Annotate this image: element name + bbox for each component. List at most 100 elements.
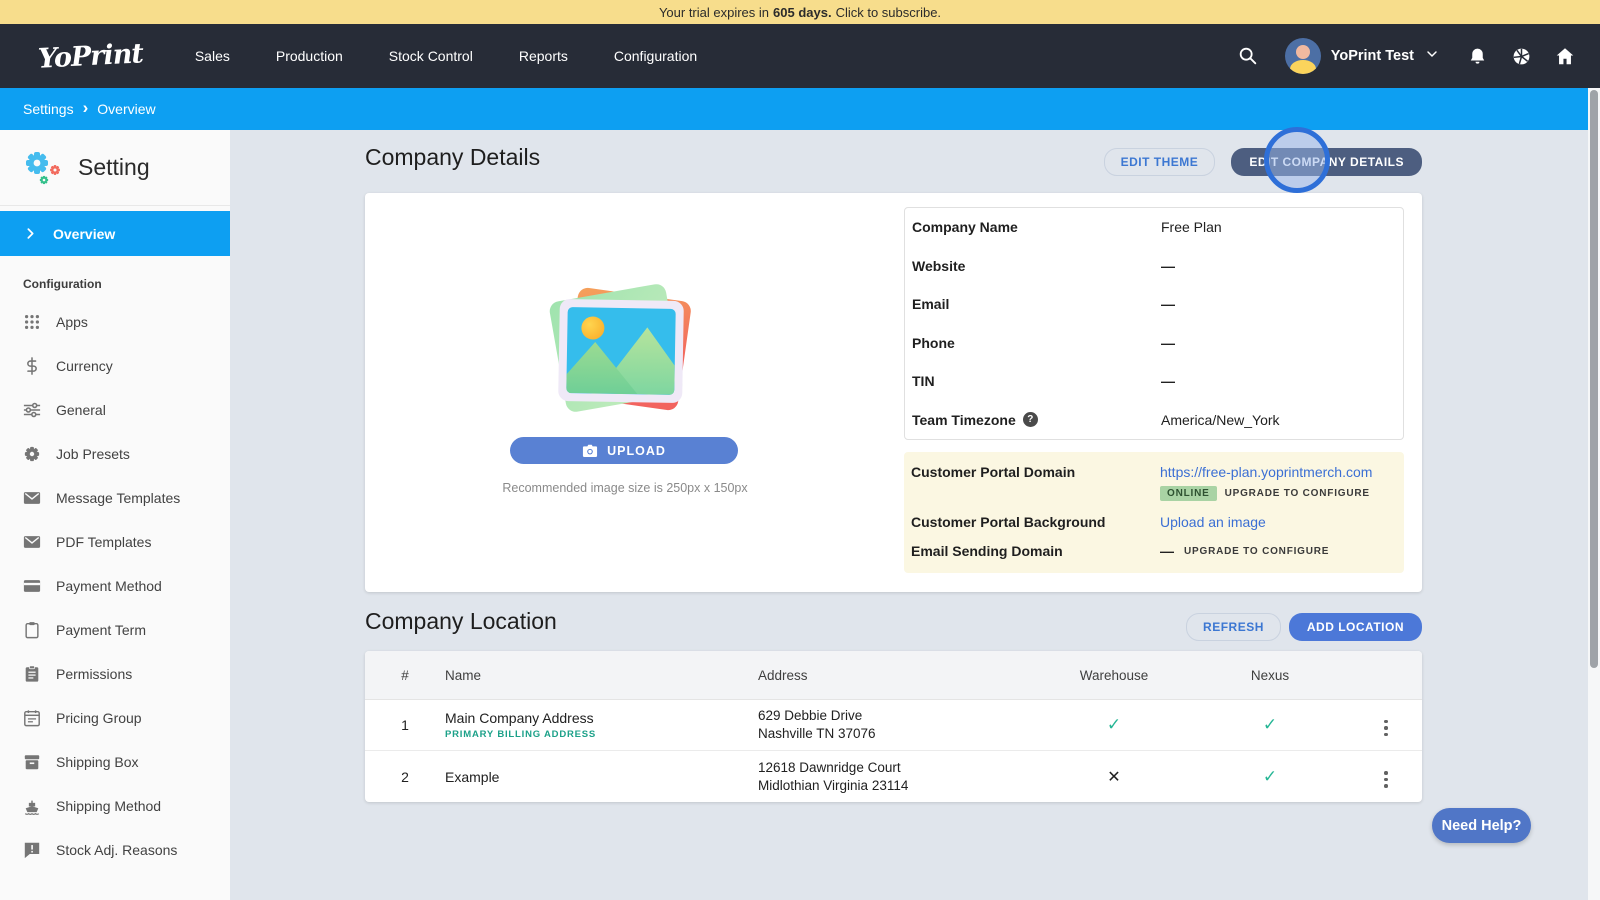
sidebar-item-shipping-box[interactable]: Shipping Box	[0, 740, 230, 784]
main-content: Company Details EDIT THEME EDIT COMPANY …	[230, 130, 1600, 900]
gears-icon	[22, 148, 66, 188]
assignment-icon	[23, 665, 41, 683]
sidebar-item-label: Shipping Method	[56, 798, 161, 814]
aperture-icon[interactable]	[1508, 43, 1534, 69]
gear-icon	[23, 445, 41, 463]
row-actions-kebab-icon[interactable]	[1380, 767, 1392, 792]
row-number: 1	[365, 717, 445, 733]
sidebar-item-shipping-method[interactable]: Shipping Method	[0, 784, 230, 828]
trial-banner-cta: Click to subscribe.	[836, 5, 941, 20]
sidebar-item-label: Payment Term	[56, 622, 146, 638]
portal-domain-link[interactable]: https://free-plan.yoprintmerch.com	[1160, 464, 1372, 480]
company-details-actions: EDIT THEME EDIT COMPANY DETAILS	[1104, 148, 1422, 176]
sidebar-item-pricing-group[interactable]: Pricing Group	[0, 696, 230, 740]
primary-billing-badge: PRIMARY BILLING ADDRESS	[445, 729, 758, 740]
field-value: —	[1161, 258, 1175, 274]
customer-portal-panel: Customer Portal Domain https://free-plan…	[904, 452, 1404, 573]
company-location-table: # Name Address Warehouse Nexus 1 Main Co…	[365, 651, 1422, 802]
menu-item-configuration[interactable]: Configuration	[614, 48, 697, 64]
sidebar-item-message-templates[interactable]: Message Templates	[0, 476, 230, 520]
sidebar-header: Setting	[0, 130, 230, 206]
field-label: Company Name	[912, 219, 1161, 235]
field-label: Website	[912, 258, 1161, 274]
upgrade-to-configure-label[interactable]: UPGRADE TO CONFIGURE	[1225, 488, 1370, 499]
notifications-bell-icon[interactable]	[1464, 43, 1490, 69]
add-location-button[interactable]: ADD LOCATION	[1289, 613, 1422, 641]
edit-theme-button[interactable]: EDIT THEME	[1104, 148, 1216, 176]
breadcrumb: Settings Overview	[0, 88, 1588, 130]
sidebar-item-payment-method[interactable]: Payment Method	[0, 564, 230, 608]
refresh-button[interactable]: REFRESH	[1186, 613, 1281, 641]
edit-company-details-button[interactable]: EDIT COMPANY DETAILS	[1231, 148, 1422, 176]
menu-item-stock-control[interactable]: Stock Control	[389, 48, 473, 64]
sidebar-item-pdf-templates[interactable]: PDF Templates	[0, 520, 230, 564]
col-header-address: Address	[758, 668, 1038, 683]
help-icon[interactable]	[1023, 412, 1038, 427]
table-row: 2 Example 12618 Dawnridge Court Midlothi…	[365, 751, 1422, 802]
sidebar-item-label: Stock Adj. Reasons	[56, 842, 177, 858]
field-team-timezone: Team Timezone America/New_York	[905, 401, 1403, 440]
yoprint-logo[interactable]: YoPrint	[37, 38, 143, 74]
sidebar-item-label: PDF Templates	[56, 534, 151, 550]
trial-banner[interactable]: Your trial expires in 605 days. Click to…	[0, 0, 1600, 24]
sidebar-item-stock-adj-reasons[interactable]: Stock Adj. Reasons	[0, 828, 230, 872]
field-label-text: Team Timezone	[912, 412, 1016, 428]
sidebar-item-general[interactable]: General	[0, 388, 230, 432]
sidebar-item-label: Permissions	[56, 666, 132, 682]
address-line2: Midlothian Virginia 23114	[758, 777, 1038, 795]
sidebar-item-job-presets[interactable]: Job Presets	[0, 432, 230, 476]
credit-card-icon	[23, 577, 41, 595]
search-icon[interactable]	[1235, 43, 1261, 69]
event-note-icon	[23, 709, 41, 727]
main-menu: Sales Production Stock Control Reports C…	[195, 48, 697, 64]
sidebar-section-configuration: Configuration	[23, 277, 230, 291]
check-icon	[1263, 718, 1277, 734]
sidebar-item-label: Apps	[56, 314, 88, 330]
sidebar-item-permissions[interactable]: Permissions	[0, 652, 230, 696]
user-name: YoPrint Test	[1331, 48, 1414, 64]
menu-item-reports[interactable]: Reports	[519, 48, 568, 64]
chevron-right-icon	[24, 227, 37, 240]
x-icon	[1107, 770, 1120, 786]
box-icon	[23, 753, 41, 771]
dollar-icon	[23, 357, 41, 375]
address-line1: 12618 Dawnridge Court	[758, 759, 1038, 777]
field-label: Team Timezone	[912, 412, 1161, 428]
breadcrumb-overview[interactable]: Overview	[97, 101, 155, 117]
upload-logo-button[interactable]: UPLOAD	[510, 437, 738, 464]
location-name: Main Company Address	[445, 710, 758, 726]
sidebar-items: Apps Currency General Job Presets	[0, 300, 230, 872]
breadcrumb-separator-icon	[83, 99, 89, 119]
sidebar-item-payment-term[interactable]: Payment Term	[0, 608, 230, 652]
envelope-icon	[23, 489, 41, 507]
sidebar-item-currency[interactable]: Currency	[0, 344, 230, 388]
chevron-down-icon	[1424, 46, 1440, 67]
email-domain-label: Email Sending Domain	[911, 543, 1160, 559]
row-actions-kebab-icon[interactable]	[1380, 716, 1392, 741]
scrollbar-thumb[interactable]	[1590, 90, 1598, 668]
upload-an-image-link[interactable]: Upload an image	[1160, 514, 1266, 530]
company-details-card: UPLOAD Recommended image size is 250px x…	[365, 193, 1422, 592]
sidebar-item-overview[interactable]: Overview	[0, 211, 230, 256]
field-email: Email —	[905, 285, 1403, 324]
menu-item-production[interactable]: Production	[276, 48, 343, 64]
field-label: TIN	[912, 373, 1161, 389]
sidebar-item-label: General	[56, 402, 106, 418]
field-value: —	[1161, 335, 1175, 351]
home-icon[interactable]	[1552, 43, 1578, 69]
menu-item-sales[interactable]: Sales	[195, 48, 230, 64]
sidebar-title: Setting	[78, 154, 150, 181]
sidebar-item-apps[interactable]: Apps	[0, 300, 230, 344]
col-header-warehouse: Warehouse	[1038, 668, 1190, 683]
upgrade-to-configure-label[interactable]: UPGRADE TO CONFIGURE	[1184, 546, 1329, 557]
nav-right-actions: YoPrint Test	[1235, 38, 1578, 74]
address-line2: Nashville TN 37076	[758, 725, 1038, 743]
need-help-button[interactable]: Need Help?	[1432, 808, 1531, 843]
breadcrumb-settings[interactable]: Settings	[23, 101, 74, 117]
company-location-actions: REFRESH ADD LOCATION	[1186, 613, 1422, 641]
table-header-row: # Name Address Warehouse Nexus	[365, 651, 1422, 700]
user-menu[interactable]: YoPrint Test	[1285, 38, 1440, 74]
clipboard-icon	[23, 621, 41, 639]
field-value: —	[1161, 296, 1175, 312]
field-company-name: Company Name Free Plan	[905, 208, 1403, 247]
